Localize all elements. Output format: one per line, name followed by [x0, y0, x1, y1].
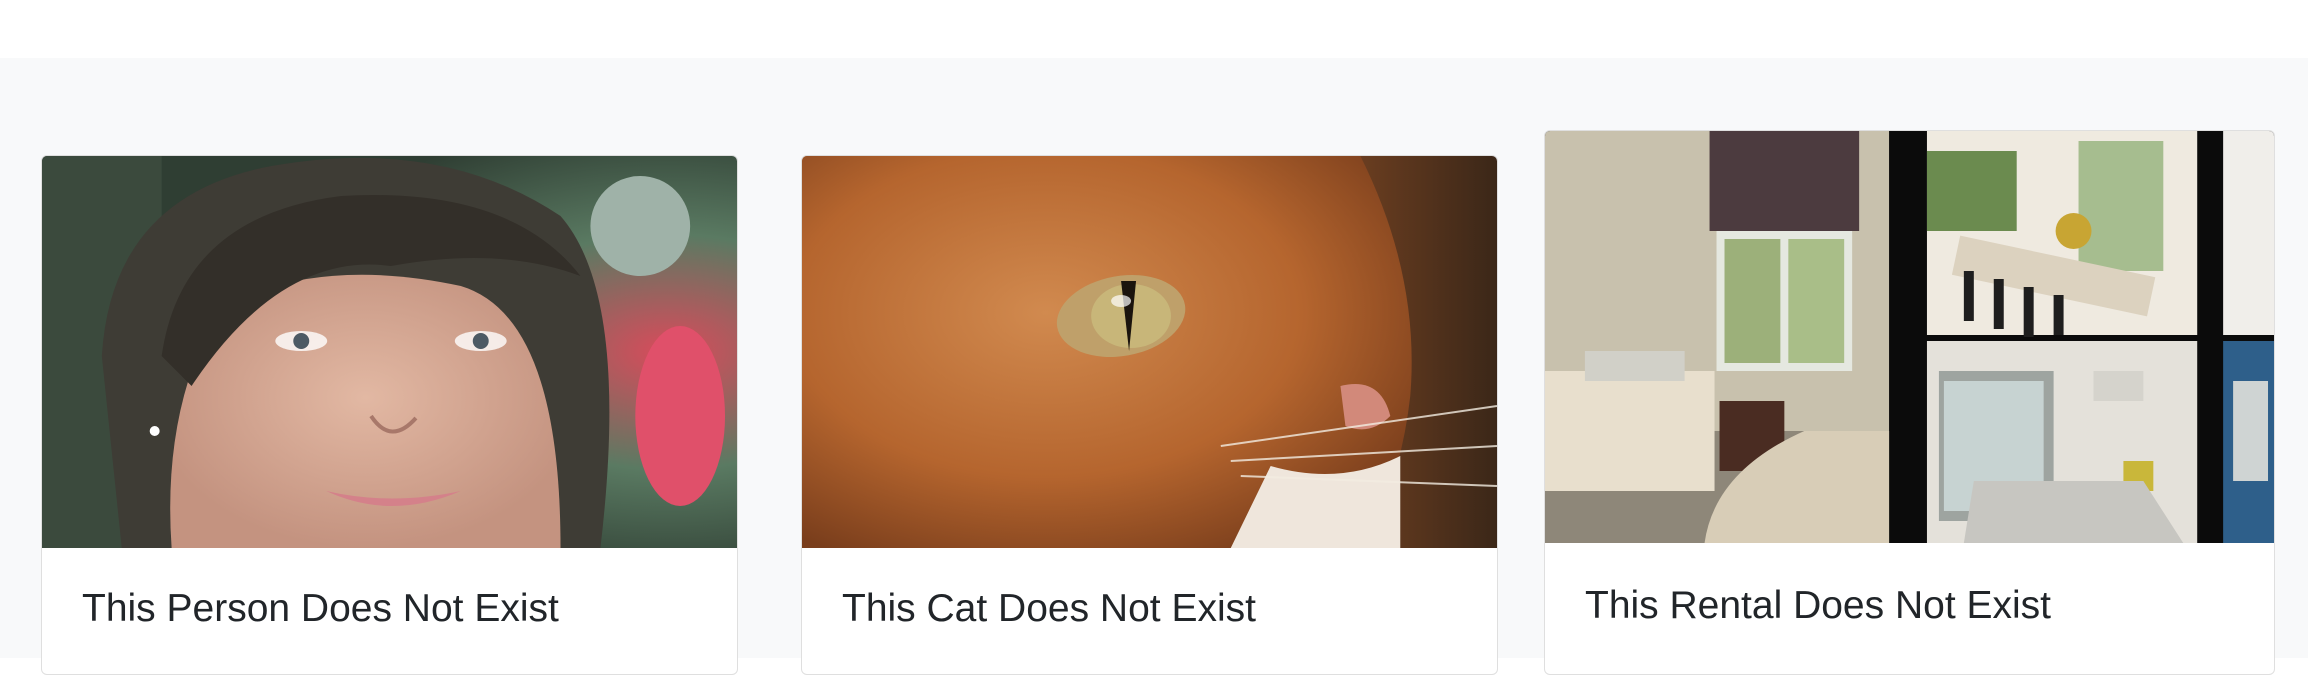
top-navbar	[0, 0, 2308, 58]
person-photo[interactable]	[42, 156, 737, 548]
card-rental[interactable]: This Rental Does Not Exist	[1544, 130, 2275, 675]
card-cat[interactable]: This Cat Does Not Exist	[801, 155, 1498, 675]
card-title[interactable]: This Person Does Not Exist	[82, 587, 559, 631]
card-title[interactable]: This Cat Does Not Exist	[842, 587, 1256, 631]
card-person[interactable]: This Person Does Not Exist	[41, 155, 738, 675]
rental-photo-collage[interactable]	[1545, 131, 2274, 543]
card-title[interactable]: This Rental Does Not Exist	[1585, 584, 2051, 628]
cat-photo[interactable]	[802, 156, 1497, 548]
